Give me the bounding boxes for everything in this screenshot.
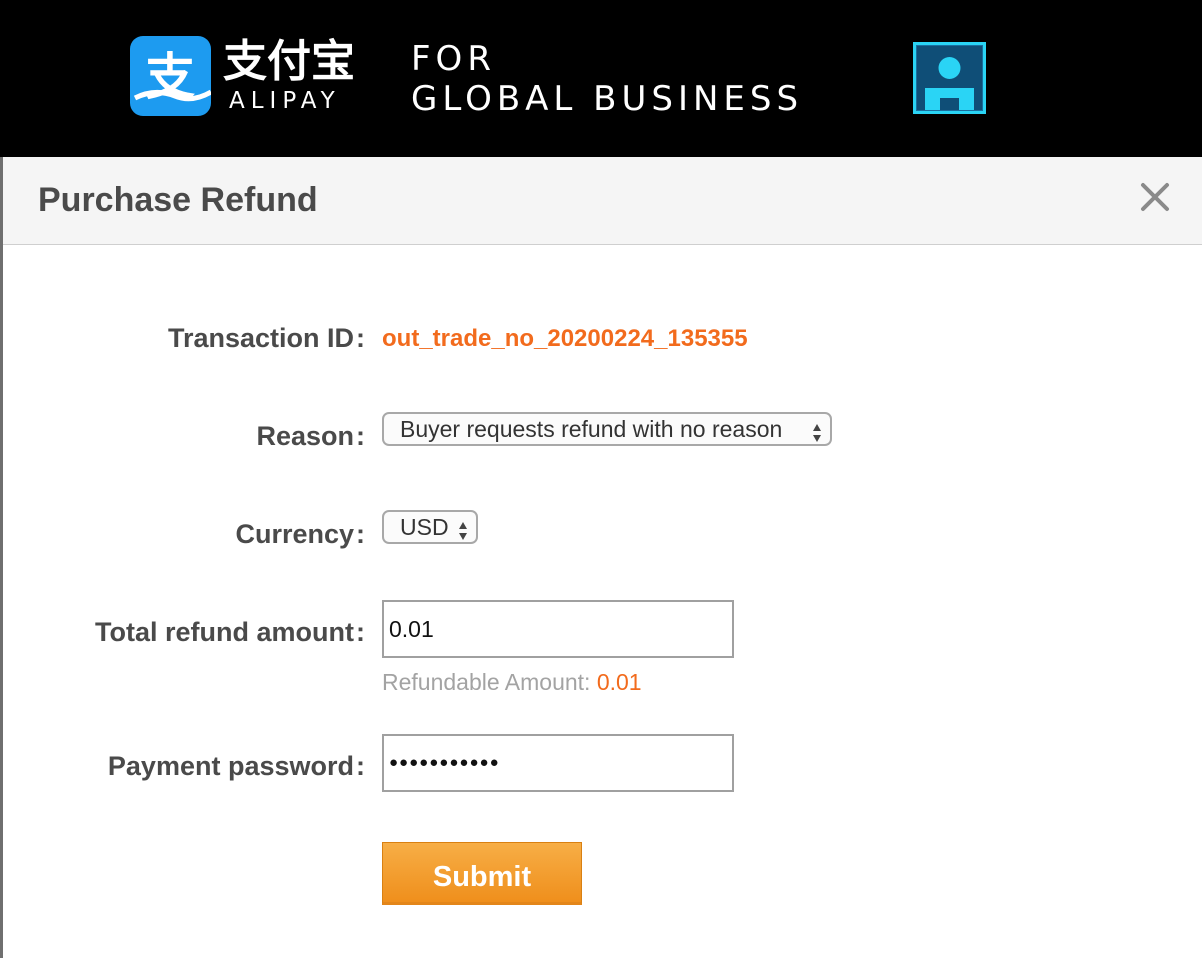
transaction-id-label: Transaction ID [167, 323, 354, 353]
reason-label: Reason [256, 421, 354, 451]
close-icon[interactable] [1138, 180, 1172, 214]
submit-button[interactable]: Submit [382, 842, 582, 905]
account-icon[interactable] [913, 42, 986, 114]
currency-select[interactable]: USD [382, 510, 478, 544]
label-colon: : [356, 751, 365, 781]
label-colon: : [356, 617, 365, 647]
reason-select[interactable]: Buyer requests refund with no reason [382, 412, 832, 446]
select-arrows-icon [458, 518, 468, 540]
total-refund-input[interactable]: 0.01 [382, 600, 734, 658]
brand-tagline-line1: FOR [411, 39, 496, 79]
refundable-amount-value: 0.01 [596, 669, 642, 695]
label-colon: : [356, 323, 365, 353]
payment-password-input[interactable]: ●●●●●●●●●●● [382, 734, 734, 792]
select-arrows-icon [812, 420, 822, 442]
total-refund-label: Total refund amount [95, 617, 354, 647]
alipay-logo-icon: 支 [130, 36, 211, 116]
transaction-id-value: out_trade_no_20200224_135355 [382, 325, 748, 352]
label-colon: : [356, 519, 365, 549]
label-colon: : [356, 421, 365, 451]
brand-tagline-line2: GLOBAL BUSINESS [411, 79, 804, 119]
brand-english-name: ALIPAY [229, 88, 341, 114]
dialog-header: Purchase Refund [3, 157, 1202, 245]
refundable-amount-hint: Refundable Amount: 0.01 [382, 668, 642, 696]
brand-chinese-name: 支付宝 [223, 36, 355, 87]
payment-password-label: Payment password [107, 751, 354, 781]
reason-selected-value: Buyer requests refund with no reason [400, 416, 783, 442]
dialog-title: Purchase Refund [38, 181, 318, 219]
top-banner: 支 支付宝 ALIPAY FOR GLOBAL BUSINESS [0, 0, 1202, 157]
refundable-amount-label: Refundable Amount: [382, 669, 591, 695]
currency-label: Currency [235, 519, 354, 549]
currency-selected-value: USD [400, 514, 449, 540]
